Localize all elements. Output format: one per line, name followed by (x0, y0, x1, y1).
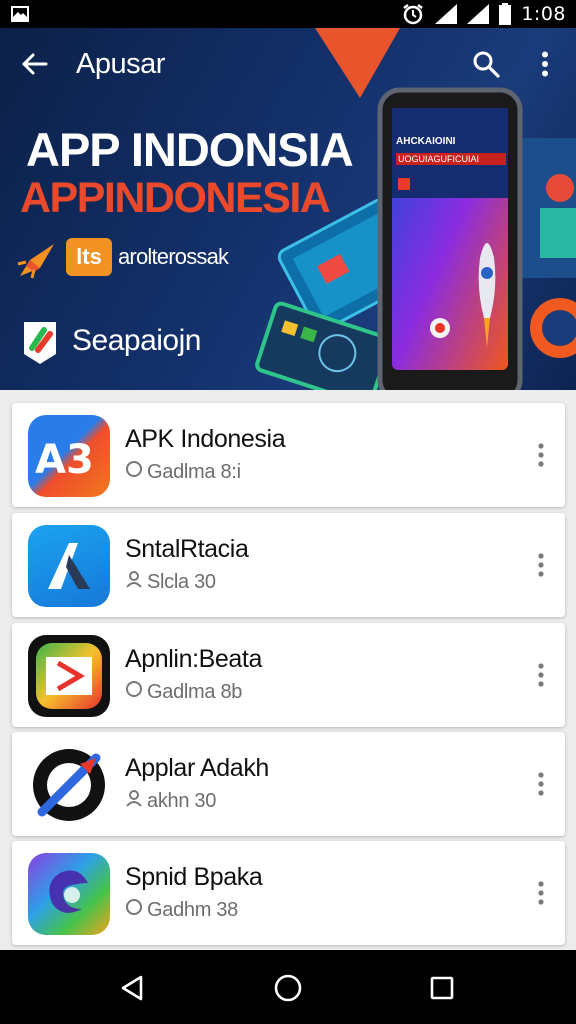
info-circle-icon (125, 460, 143, 484)
app-meta-text: Gadhm 38 (147, 898, 238, 921)
hero-badge: lts (66, 238, 112, 276)
signal-icon (435, 4, 458, 24)
nav-home-button[interactable] (268, 968, 308, 1008)
info-circle-icon (125, 898, 143, 922)
app-meta: Gadlma 8b (125, 680, 242, 704)
nav-recents-button[interactable] (422, 968, 462, 1008)
app-name: APK Indonesia (125, 425, 286, 453)
phone-screen-text: AHCKAIOINI UOGUIAGUFICUIAI (396, 136, 506, 165)
phone-screen-subtitle: UOGUIAGUFICUIAI (396, 153, 506, 165)
rocket-icon (17, 244, 54, 279)
app-meta: Gadlma 8:i (125, 460, 241, 484)
svg-text:A3: A3 (35, 437, 94, 483)
item-more-button[interactable] (531, 545, 551, 585)
item-more-button[interactable] (531, 764, 551, 804)
back-icon (121, 975, 143, 1001)
gallery-icon (11, 6, 29, 22)
app-meta: akhn 30 (125, 789, 216, 813)
swirl-logo-icon (28, 853, 110, 935)
app-meta-text: Gadlma 8b (147, 680, 243, 703)
app-meta-text: Gadlma 8:i (147, 460, 241, 483)
list-item[interactable]: SntalRtacia Slcla 30 (12, 513, 565, 617)
list-item[interactable]: Applar Adakh akhn 30 (12, 732, 565, 836)
search-button[interactable] (464, 44, 508, 84)
hero-banner: AHCKAIOINI UOGUIAGUFICUIAI Apusar APP IN… (0, 28, 576, 390)
item-more-button[interactable] (531, 873, 551, 913)
item-more-button[interactable] (531, 435, 551, 475)
home-icon (274, 974, 302, 1002)
slash-logo-icon (28, 744, 110, 826)
navigation-bar (0, 950, 576, 1024)
play-box-logo-icon (28, 635, 110, 717)
search-icon (473, 51, 500, 78)
status-time: 1:08 (521, 3, 566, 25)
battery-icon (499, 3, 512, 25)
back-button[interactable] (14, 44, 54, 84)
hero-tagline: arolterossak (118, 244, 229, 269)
more-vert-icon (538, 881, 544, 905)
signal-icon (467, 4, 490, 24)
more-vert-icon (538, 443, 544, 467)
item-more-button[interactable] (531, 655, 551, 695)
app-name: Apnlin:Beata (125, 645, 262, 673)
list-item[interactable]: A3 APK Indonesia Gadlma 8:i (12, 403, 565, 507)
more-vert-icon (538, 553, 544, 577)
app-bar: Apusar (0, 28, 576, 100)
back-arrow-icon (22, 53, 48, 75)
more-vert-icon (538, 663, 544, 687)
a-triangle-logo-icon (28, 525, 110, 607)
nav-back-button[interactable] (112, 968, 152, 1008)
app-name: SntalRtacia (125, 535, 249, 563)
overflow-menu-button[interactable] (530, 44, 560, 84)
app-bar-title: Apusar (76, 48, 165, 80)
status-bar: 1:08 (0, 0, 576, 28)
hero-title: APP INDONSIA (26, 123, 354, 176)
app-name: Spnid Bpaka (125, 863, 263, 891)
alarm-icon (403, 4, 424, 25)
hero-subtitle: APPINDONESIA (20, 174, 331, 222)
seal-badge-icon (24, 322, 56, 364)
phone-screen-title: AHCKAIOINI (396, 136, 456, 147)
info-circle-icon (125, 680, 143, 704)
app-meta-text: akhn 30 (147, 789, 217, 812)
recents-icon (430, 976, 454, 1000)
more-vert-icon (538, 772, 544, 796)
app-meta: Gadhm 38 (125, 898, 238, 922)
app-name: Applar Adakh (125, 754, 269, 782)
a3-logo-icon: A3 (28, 415, 110, 497)
list-item[interactable]: Apnlin:Beata Gadlma 8b (12, 623, 565, 727)
app-meta-text: Slcla 30 (147, 570, 216, 593)
person-icon (125, 789, 143, 813)
person-icon (125, 570, 143, 594)
more-vert-icon (542, 51, 548, 77)
app-meta: Slcla 30 (125, 570, 216, 594)
hero-cta[interactable]: Seapaiojn (72, 324, 201, 358)
list-item[interactable]: Spnid Bpaka Gadhm 38 (12, 841, 565, 945)
